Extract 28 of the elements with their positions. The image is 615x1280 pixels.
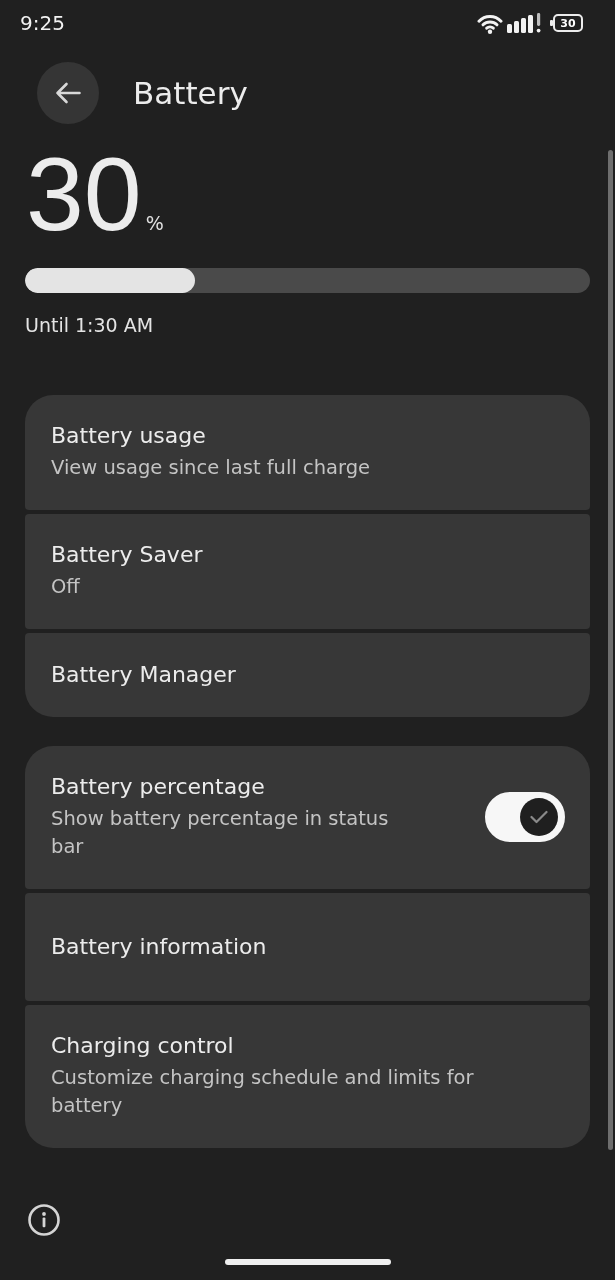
settings-item[interactable]: Battery information [25, 893, 590, 1001]
info-icon [28, 1204, 60, 1236]
settings-item[interactable]: Battery usage View usage since last full charge [25, 395, 590, 510]
arrow-left-icon [55, 82, 81, 104]
battery-percent: 30 [26, 142, 142, 246]
item-subtitle: Show battery percentage in status bar [51, 806, 390, 860]
battery-indicator: 30 [553, 14, 583, 32]
battery-estimate: Until 1:30 AM [25, 313, 155, 337]
item-subtitle: Customize charging schedule and limits for battery [51, 1065, 475, 1119]
item-title: Charging control [51, 1032, 235, 1060]
signal-icon [507, 13, 543, 33]
settings-item[interactable]: Charging control Customize charging schedule and limits for battery [25, 1005, 590, 1148]
check-icon [530, 810, 548, 824]
item-title: Battery Manager [51, 660, 237, 689]
toggle-switch[interactable] [485, 792, 565, 842]
wifi-icon [477, 12, 503, 34]
status-time: 9:25 [20, 11, 65, 35]
settings-item[interactable]: Battery percentage Show battery percentage in status bar [25, 746, 590, 889]
percent-sign: % [145, 212, 164, 234]
page-title: Battery [133, 75, 248, 111]
settings-item[interactable]: Battery Manager [25, 633, 590, 717]
item-title: Battery Saver [51, 541, 204, 569]
item-title: Battery percentage [51, 773, 266, 801]
settings-item[interactable]: Battery Saver Off [25, 514, 590, 629]
item-title: Battery usage [51, 422, 207, 450]
item-subtitle: Off [51, 574, 81, 600]
item-title: Battery information [51, 932, 268, 961]
item-subtitle: View usage since last full charge [51, 455, 372, 481]
